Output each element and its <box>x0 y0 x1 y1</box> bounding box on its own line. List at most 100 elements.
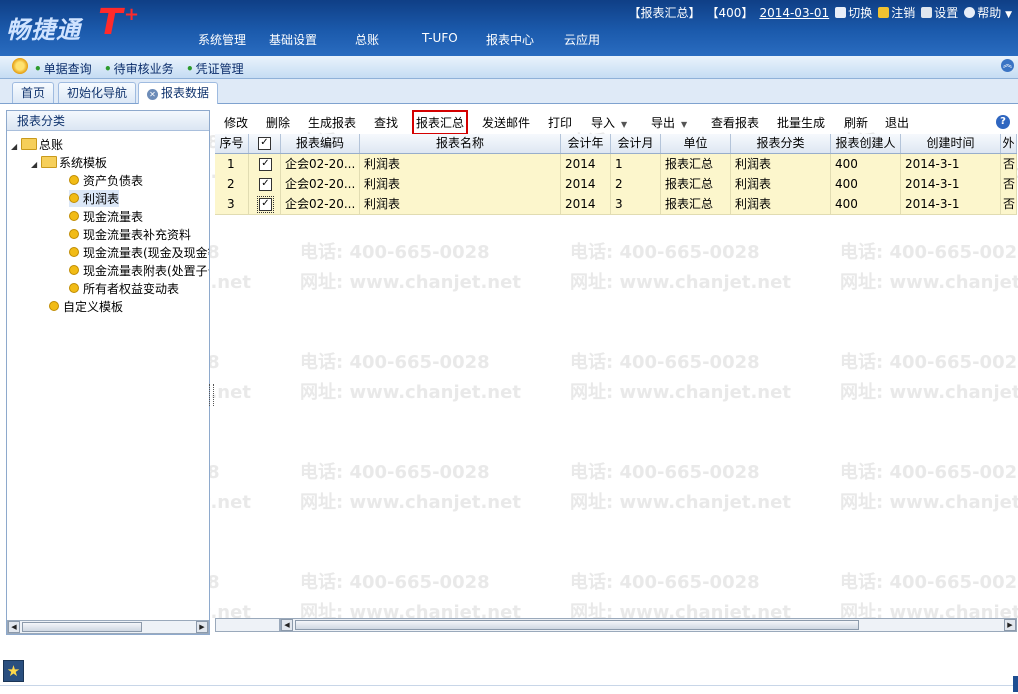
scroll-left-icon[interactable]: ◀ <box>8 621 20 633</box>
left-horizontal-scrollbar[interactable]: ◀ ▶ <box>7 620 209 634</box>
nav-report-center[interactable]: 报表中心 <box>486 31 534 48</box>
logout-button[interactable]: 注销 <box>878 4 915 21</box>
cell-month: 3 <box>611 194 661 214</box>
cell-checkbox[interactable]: ✓ <box>249 194 281 214</box>
tree-item-equity-changes[interactable]: 所有者权益变动表 <box>69 280 179 297</box>
quick-pending-review[interactable]: • 待审核业务 <box>104 60 174 77</box>
table-row[interactable]: 1 ✓ 企会02-20... 利润表 2014 1 报表汇总 利润表 400 2… <box>215 154 1017 175</box>
col-header-creator[interactable]: 报表创建人 <box>831 134 901 153</box>
table-row[interactable]: 2 ✓ 企会02-20... 利润表 2014 2 报表汇总 利润表 400 2… <box>215 174 1017 195</box>
dot-icon: • <box>186 62 194 76</box>
cell-year: 2014 <box>561 154 611 174</box>
batch-generate-button[interactable]: 批量生成 <box>777 114 825 131</box>
settings-label: 设置 <box>934 6 959 20</box>
scroll-right-icon[interactable]: ▶ <box>196 621 208 633</box>
row-checkbox[interactable]: ✓ <box>259 158 272 171</box>
help-icon[interactable]: ? <box>996 115 1010 129</box>
print-button[interactable]: 打印 <box>548 114 572 131</box>
status-date[interactable]: 2014-03-01 <box>759 6 829 20</box>
scroll-thumb[interactable] <box>295 620 859 630</box>
refresh-button[interactable]: 刷新 <box>844 114 868 131</box>
quick-document-query[interactable]: • 单据查询 <box>34 60 92 77</box>
row-checkbox[interactable]: ✓ <box>257 196 274 213</box>
scroll-thumb[interactable] <box>22 622 142 632</box>
grid-horizontal-scrollbar[interactable]: ◀ ▶ <box>280 618 1017 632</box>
col-header-code[interactable]: 报表编码 <box>281 134 360 153</box>
exit-button[interactable]: 退出 <box>885 114 909 131</box>
nav-cloud-apps[interactable]: 云应用 <box>564 31 600 48</box>
col-header-no[interactable]: 序号 <box>215 134 249 153</box>
col-header-name[interactable]: 报表名称 <box>360 134 561 153</box>
col-header-unit[interactable]: 单位 <box>661 134 731 153</box>
cell-code: 企会02-20... <box>281 194 360 214</box>
tree-item-cash-flow-supplement[interactable]: 现金流量表补充资料 <box>69 226 191 243</box>
panel-splitter[interactable] <box>209 384 214 406</box>
watermark-text: 电话: 400-665-0028 <box>570 572 760 593</box>
switch-button[interactable]: 切换 <box>835 4 872 21</box>
import-button[interactable]: 导入 ▼ <box>591 114 627 131</box>
nav-t-ufo[interactable]: T-UFO <box>422 31 458 45</box>
tree-item-income-statement[interactable]: 利润表 <box>69 190 120 207</box>
close-icon[interactable]: ✕ <box>147 89 158 100</box>
settings-button[interactable]: 设置 <box>921 4 958 21</box>
cell-month: 1 <box>611 154 661 174</box>
col-header-select-all[interactable]: ✓ <box>249 134 281 153</box>
col-header-year[interactable]: 会计年 <box>561 134 611 153</box>
gear-icon[interactable] <box>12 58 28 74</box>
tree-node-system-templates[interactable]: ◢ 系统模板 <box>31 154 107 171</box>
tab-report-data[interactable]: ✕ 报表数据 <box>138 82 219 104</box>
tree-item-cash-flow[interactable]: 现金流量表 <box>69 208 143 225</box>
tab-init-navigation[interactable]: 初始化导航 <box>58 82 137 103</box>
tree-item-cash-flow-appendix[interactable]: 现金流量表附表(处置子公司) <box>69 262 209 279</box>
col-header-category[interactable]: 报表分类 <box>731 134 831 153</box>
folder-icon <box>41 156 57 168</box>
cell-unit: 报表汇总 <box>661 154 731 174</box>
scroll-right-icon[interactable]: ▶ <box>1004 619 1016 631</box>
tree-item-balance-sheet[interactable]: 资产负债表 <box>69 172 143 189</box>
col-header-month[interactable]: 会计月 <box>611 134 661 153</box>
watermark-text: 电话: 400-665-0028 <box>570 462 760 483</box>
generate-report-button[interactable]: 生成报表 <box>308 114 356 131</box>
cell-checkbox[interactable]: ✓ <box>249 154 281 174</box>
bullet-icon <box>69 229 79 239</box>
row-checkbox[interactable]: ✓ <box>259 178 272 191</box>
cell-creator: 400 <box>831 154 901 174</box>
expand-triangle-icon[interactable]: ◢ <box>11 142 21 151</box>
cell-creator: 400 <box>831 174 901 194</box>
edit-button[interactable]: 修改 <box>224 114 248 131</box>
col-header-created[interactable]: 创建时间 <box>901 134 1001 153</box>
tree-item-label: 自定义模板 <box>63 300 124 314</box>
nav-basic-settings[interactable]: 基础设置 <box>269 31 317 48</box>
find-button[interactable]: 查找 <box>374 114 398 131</box>
tree-item-cash-flow-equivalents[interactable]: 现金流量表(现金及现金等价物) <box>69 244 209 261</box>
cell-checkbox[interactable]: ✓ <box>249 174 281 194</box>
quick-voucher-management[interactable]: • 凭证管理 <box>186 60 244 77</box>
cell-no: 2 <box>215 174 249 194</box>
grid-scroll-corner <box>215 618 280 632</box>
collapse-up-icon[interactable]: ︽ <box>1001 59 1014 72</box>
export-button[interactable]: 导出 ▼ <box>651 114 687 131</box>
send-mail-button[interactable]: 发送邮件 <box>482 114 530 131</box>
table-row[interactable]: 3 ✓ 企会02-20... 利润表 2014 3 报表汇总 利润表 400 2… <box>215 194 1017 215</box>
nav-system-management[interactable]: 系统管理 <box>198 31 246 48</box>
tree-item-custom-templates[interactable]: 自定义模板 <box>49 298 123 315</box>
watermark-text: 网址: www.chanjet.net <box>840 272 1018 293</box>
watermark-text: 网址: www.chanjet.net <box>300 492 521 513</box>
delete-button[interactable]: 删除 <box>266 114 290 131</box>
select-all-checkbox[interactable]: ✓ <box>258 137 271 150</box>
tree-item-label: 所有者权益变动表 <box>83 282 180 296</box>
settings-icon <box>921 7 933 18</box>
tab-bar: 首页 初始化导航 ✕ 报表数据 <box>0 79 1018 104</box>
nav-general-ledger[interactable]: 总账 <box>355 31 379 48</box>
help-menu-button[interactable]: 帮助 ▼ <box>964 4 1012 21</box>
favorites-star-button[interactable]: ★ <box>3 660 24 682</box>
expand-triangle-icon[interactable]: ◢ <box>31 160 41 169</box>
report-summary-button[interactable]: 报表汇总 <box>411 110 469 135</box>
scroll-left-icon[interactable]: ◀ <box>281 619 293 631</box>
watermark-text: 电话: 400-665-0028 <box>570 242 760 263</box>
col-header-ext[interactable]: 外 <box>1001 134 1017 153</box>
tab-home[interactable]: 首页 <box>12 82 55 103</box>
view-report-button[interactable]: 查看报表 <box>711 114 759 131</box>
cell-code: 企会02-20... <box>281 154 360 174</box>
tree-node-general-ledger[interactable]: ◢ 总账 <box>11 136 63 153</box>
